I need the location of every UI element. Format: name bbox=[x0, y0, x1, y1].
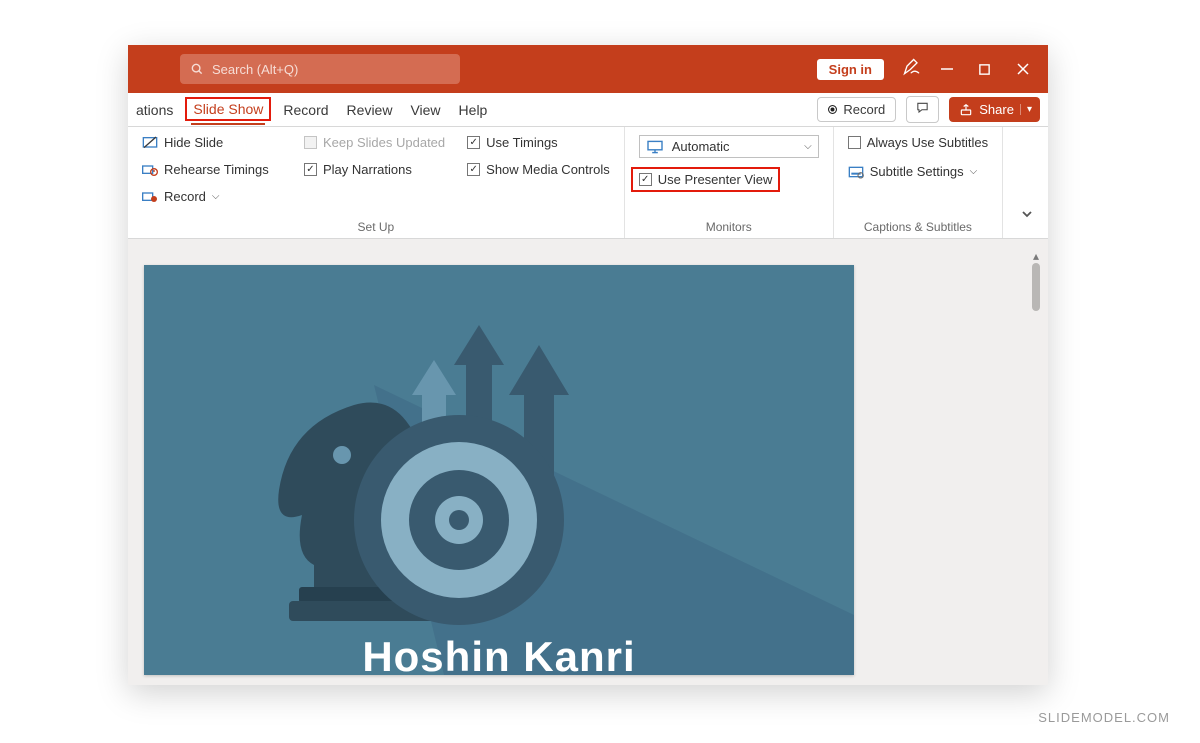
title-bar-right: Sign in bbox=[817, 57, 1036, 82]
share-button-label: Share bbox=[979, 102, 1014, 117]
checkbox-icon bbox=[304, 136, 317, 149]
monitor-select[interactable]: Automatic ⌵ bbox=[639, 135, 819, 158]
hide-slide-icon bbox=[142, 136, 158, 150]
slide-title: Hoshin Kanri bbox=[144, 633, 854, 675]
title-bar: Search (Alt+Q) Sign in bbox=[128, 45, 1048, 93]
share-icon bbox=[959, 103, 973, 117]
chevron-down-icon: ⌵ bbox=[212, 191, 220, 202]
ribbon: Hide Slide Rehearse Timings Record ⌵ bbox=[128, 127, 1048, 239]
group-label-monitors: Monitors bbox=[639, 214, 819, 234]
tabrow-right: Record Share ▾ bbox=[817, 96, 1040, 123]
checkbox-icon bbox=[467, 163, 480, 176]
rehearse-icon bbox=[142, 163, 158, 177]
slide-canvas[interactable]: Hoshin Kanri bbox=[144, 265, 854, 675]
watermark: SLIDEMODEL.COM bbox=[1038, 710, 1170, 725]
subtitle-icon bbox=[848, 165, 864, 179]
group-label-captions: Captions & Subtitles bbox=[848, 214, 988, 234]
monitor-select-value: Automatic bbox=[672, 139, 730, 154]
tab-help[interactable]: Help bbox=[459, 96, 488, 124]
tab-slide-show[interactable]: Slide Show bbox=[191, 95, 265, 125]
monitor-icon bbox=[646, 140, 664, 154]
tab-partial-animations[interactable]: ations bbox=[136, 102, 173, 118]
scroll-thumb[interactable] bbox=[1032, 263, 1040, 311]
close-button[interactable] bbox=[1016, 62, 1036, 76]
search-input[interactable]: Search (Alt+Q) bbox=[180, 54, 460, 84]
group-setup: Hide Slide Rehearse Timings Record ⌵ bbox=[128, 127, 625, 238]
record-button-label: Record bbox=[843, 102, 885, 117]
search-icon bbox=[190, 62, 204, 76]
pen-icon[interactable] bbox=[902, 57, 922, 82]
group-captions: Always Use Subtitles Subtitle Settings ⌵… bbox=[834, 127, 1003, 238]
comment-icon bbox=[915, 101, 930, 115]
chevron-down-icon: ⌵ bbox=[804, 141, 812, 152]
use-presenter-view-checkbox[interactable]: Use Presenter View bbox=[639, 172, 819, 187]
chevron-down-icon: ▾ bbox=[1020, 104, 1032, 115]
checkbox-icon bbox=[639, 173, 652, 186]
share-button[interactable]: Share ▾ bbox=[949, 97, 1040, 122]
rehearse-timings-button[interactable]: Rehearse Timings bbox=[142, 162, 282, 177]
record-button[interactable]: Record bbox=[817, 97, 896, 122]
slide-graphic bbox=[144, 265, 854, 675]
subtitle-settings-button[interactable]: Subtitle Settings ⌵ bbox=[848, 164, 988, 179]
use-timings-checkbox[interactable]: Use Timings bbox=[467, 135, 610, 150]
app-window: Search (Alt+Q) Sign in ations Slide Show… bbox=[128, 45, 1048, 685]
checkbox-icon bbox=[304, 163, 317, 176]
checkbox-icon bbox=[467, 136, 480, 149]
play-narrations-checkbox[interactable]: Play Narrations bbox=[304, 162, 445, 177]
signin-button[interactable]: Sign in bbox=[817, 59, 884, 80]
always-use-subtitles-checkbox[interactable]: Always Use Subtitles bbox=[848, 135, 988, 150]
ribbon-tabs: ations Slide Show Record Review View Hel… bbox=[128, 93, 1048, 127]
record-dot-icon bbox=[828, 105, 837, 114]
tab-view[interactable]: View bbox=[410, 96, 440, 124]
tab-record[interactable]: Record bbox=[283, 96, 328, 124]
tab-review[interactable]: Review bbox=[347, 96, 393, 124]
maximize-button[interactable] bbox=[978, 63, 998, 76]
group-label-setup: Set Up bbox=[142, 214, 610, 234]
record-dropdown-button[interactable]: Record ⌵ bbox=[142, 189, 282, 204]
chevron-down-icon: ⌵ bbox=[970, 166, 978, 177]
collapse-ribbon-button[interactable] bbox=[1020, 207, 1034, 226]
comments-button[interactable] bbox=[906, 96, 939, 123]
search-placeholder: Search (Alt+Q) bbox=[212, 62, 298, 77]
checkbox-icon bbox=[848, 136, 861, 149]
show-media-controls-checkbox[interactable]: Show Media Controls bbox=[467, 162, 610, 177]
vertical-scrollbar[interactable]: ▴ bbox=[1030, 249, 1042, 339]
keep-slides-updated-checkbox: Keep Slides Updated bbox=[304, 135, 445, 150]
scroll-up-icon: ▴ bbox=[1030, 249, 1042, 263]
minimize-button[interactable] bbox=[940, 62, 960, 76]
group-monitors: Automatic ⌵ Use Presenter View Monitors bbox=[625, 127, 834, 238]
hide-slide-button[interactable]: Hide Slide bbox=[142, 135, 282, 150]
record-icon bbox=[142, 190, 158, 204]
slide-workarea: ▴ bbox=[128, 239, 1048, 685]
